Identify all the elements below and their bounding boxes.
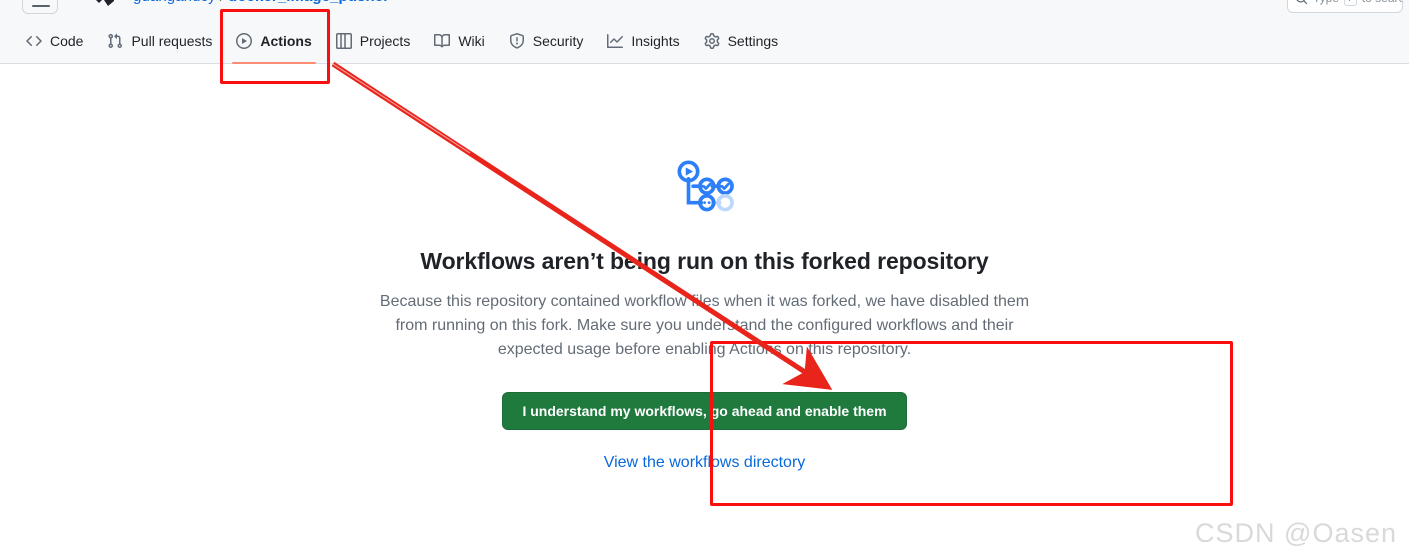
nav-item-label: Actions (260, 33, 312, 49)
nav-item-settings[interactable]: Settings (692, 18, 791, 64)
nav-item-label: Insights (631, 33, 680, 49)
breadcrumb-repo[interactable]: docker_image_pusher (228, 0, 389, 5)
code-icon (26, 33, 42, 49)
nav-item-label: Settings (727, 33, 779, 49)
avatar[interactable] (90, 0, 120, 17)
page-title: Workflows aren’t being run on this forke… (420, 248, 989, 274)
nav-item-label: Code (50, 33, 84, 49)
nav-item-code[interactable]: Code (14, 18, 95, 64)
actions-workflow-icon (677, 160, 734, 212)
nav-item-label: Projects (359, 33, 411, 49)
gear-icon (704, 33, 720, 49)
global-header-strip: guangandcy/docker_image_pusher Type / to… (0, 0, 1409, 18)
nav-item-security[interactable]: Security (497, 18, 596, 64)
search-placeholder: Type (1313, 0, 1339, 5)
search-icon (1295, 0, 1308, 5)
search-hint: to search (1362, 0, 1402, 5)
main-content: Workflows aren’t being run on this forke… (0, 65, 1409, 554)
nav-item-insights[interactable]: Insights (595, 18, 691, 64)
hamburger-icon (32, 5, 50, 7)
blankslate-description: Because this repository contained workfl… (379, 292, 1030, 358)
repository-nav: Code Pull requests Actions Projects Wiki… (0, 18, 1409, 64)
repository-nav-items: Code Pull requests Actions Projects Wiki… (14, 18, 790, 64)
breadcrumb-separator: / (216, 0, 228, 5)
search-input[interactable]: Type / to search (1287, 0, 1403, 13)
nav-item-label: Wiki (458, 33, 485, 49)
shield-icon (509, 33, 525, 49)
search-shortcut-key: / (1344, 0, 1357, 6)
nav-item-label: Security (532, 33, 584, 49)
nav-item-projects[interactable]: Projects (324, 18, 423, 64)
nav-item-wiki[interactable]: Wiki (422, 18, 496, 64)
nav-item-actions[interactable]: Actions (224, 18, 323, 64)
graph-icon (607, 33, 624, 49)
view-workflows-directory-link[interactable]: View the workflows directory (355, 454, 1055, 472)
breadcrumb-owner[interactable]: guangandcy (133, 0, 216, 5)
git-pull-request-icon (107, 33, 123, 49)
github-actions-forked-repo-page: guangandcy/docker_image_pusher Type / to… (0, 0, 1409, 554)
nav-item-pull-requests[interactable]: Pull requests (95, 18, 224, 64)
nav-item-label: Pull requests (131, 33, 213, 49)
global-nav-menu-button[interactable] (22, 0, 58, 14)
active-tab-underline (232, 62, 316, 64)
blankslate-actions: I understand my workflows, go ahead and … (355, 391, 1055, 472)
blankslate: Workflows aren’t being run on this forke… (355, 155, 1055, 472)
table-icon (335, 33, 352, 49)
book-icon (434, 33, 451, 49)
enable-workflows-button[interactable]: I understand my workflows, go ahead and … (502, 391, 907, 430)
breadcrumb: guangandcy/docker_image_pusher (133, 0, 389, 5)
play-circle-icon (236, 33, 253, 49)
